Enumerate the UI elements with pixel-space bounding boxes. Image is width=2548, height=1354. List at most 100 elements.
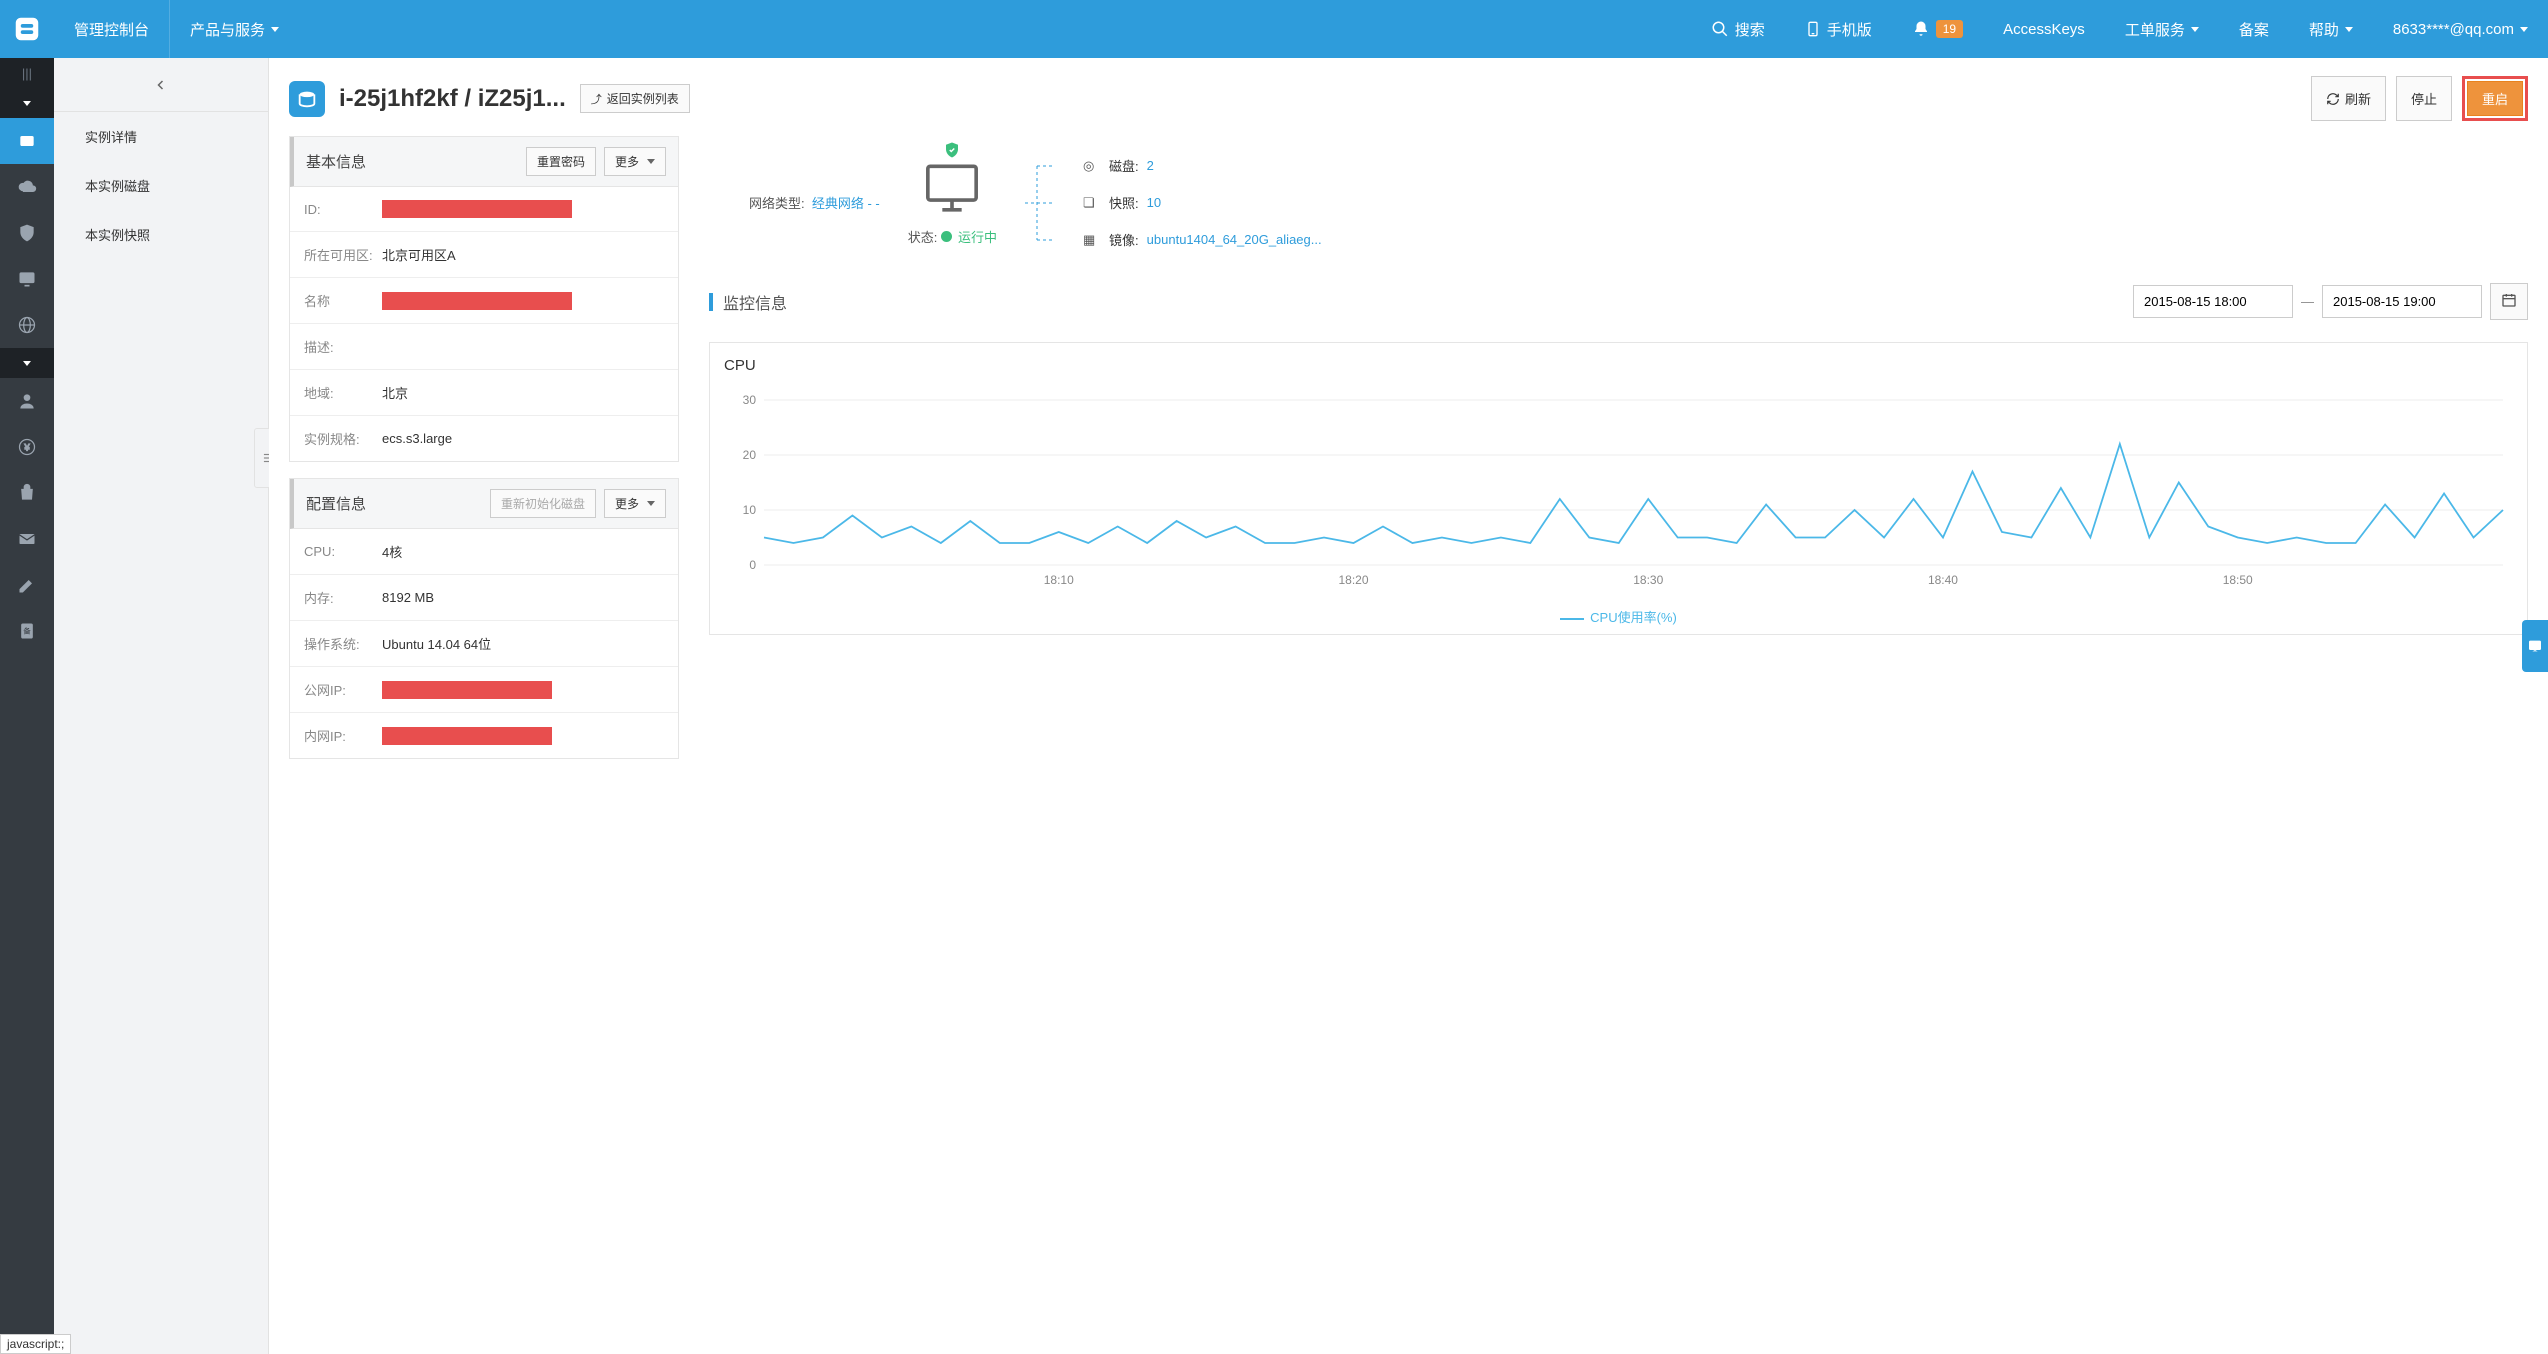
search-link[interactable]: 搜索 <box>1691 0 1785 58</box>
rail-item-shield[interactable] <box>0 210 54 256</box>
id-value-redacted <box>382 200 572 218</box>
reinit-disk-button[interactable]: 重新初始化磁盘 <box>490 489 596 518</box>
restart-button[interactable]: 重启 <box>2467 81 2523 116</box>
disk-link[interactable]: ◎磁盘:2 <box>1083 156 1322 175</box>
tickets-dropdown[interactable]: 工单服务 <box>2105 0 2219 58</box>
rail-item-beian[interactable]: 备 <box>0 608 54 654</box>
rail-item-ecs[interactable] <box>0 118 54 164</box>
status-line: 状态: 运行中 <box>908 227 997 246</box>
caret-down-icon <box>2345 27 2353 32</box>
chevron-left-icon <box>155 75 167 95</box>
rail-item-cloud[interactable] <box>0 164 54 210</box>
cpu-label: CPU: <box>304 544 382 559</box>
basic-info-card: 基本信息 重置密码 更多 ID: 所在可用区:北京可用区A 名称 描述: 地域:… <box>289 136 679 462</box>
rail-handle-icon[interactable]: ||| <box>0 58 54 88</box>
config-info-title: 配置信息 <box>306 493 366 514</box>
subnav-item-snapshot[interactable]: 本实例快照 <box>54 210 268 259</box>
rail-collapse-2[interactable] <box>0 348 54 378</box>
caret-down-icon <box>647 501 655 506</box>
spec-value: ecs.s3.large <box>382 431 452 446</box>
search-icon <box>1711 20 1729 38</box>
network-type: 网络类型: 经典网络 - - <box>749 193 880 212</box>
reset-password-button[interactable]: 重置密码 <box>526 147 596 176</box>
name-value-redacted <box>382 292 572 310</box>
image-icon: ▦ <box>1083 232 1101 248</box>
svg-text:备: 备 <box>23 626 31 636</box>
rail-item-billing[interactable]: ¥ <box>0 424 54 470</box>
caret-down-icon <box>647 159 655 164</box>
svg-text:0: 0 <box>749 558 756 572</box>
bell-icon <box>1912 20 1930 38</box>
mem-label: 内存: <box>304 588 382 607</box>
account-dropdown[interactable]: 8633****@qq.com <box>2373 0 2548 58</box>
region-value: 北京 <box>382 383 408 402</box>
svg-text:18:50: 18:50 <box>2223 573 2253 587</box>
subnav-item-disk[interactable]: 本实例磁盘 <box>54 161 268 210</box>
back-to-list-button[interactable]: ⤴返回实例列表 <box>580 84 690 113</box>
chart-legend: CPU使用率(%) <box>724 603 2513 626</box>
logo-icon[interactable] <box>0 0 54 58</box>
cpu-chart: 010203018:1018:2018:3018:4018:50 <box>724 380 2513 600</box>
os-label: 操作系统: <box>304 634 382 653</box>
spec-label: 实例规格: <box>304 429 382 448</box>
restart-highlight: 重启 <box>2462 76 2528 121</box>
calendar-button[interactable] <box>2490 283 2528 320</box>
snapshot-link[interactable]: ❏快照:10 <box>1083 193 1322 212</box>
rail-item-monitor[interactable] <box>0 256 54 302</box>
caret-down-icon <box>2191 27 2199 32</box>
stop-button[interactable]: 停止 <box>2396 76 2452 121</box>
caret-down-icon <box>2520 27 2528 32</box>
access-keys-link[interactable]: AccessKeys <box>1983 0 2105 58</box>
main-content: i-25j1hf2kf / iZ25j1... ⤴返回实例列表 刷新 停止 重启… <box>269 58 2548 1354</box>
mobile-icon <box>1805 20 1821 38</box>
help-dropdown[interactable]: 帮助 <box>2289 0 2373 58</box>
zone-label: 所在可用区: <box>304 245 382 264</box>
private-ip-label: 内网IP: <box>304 726 382 745</box>
rail-item-edit[interactable] <box>0 562 54 608</box>
caret-down-icon <box>271 27 279 32</box>
calendar-icon <box>2501 292 2517 308</box>
disk-icon: ◎ <box>1083 158 1101 174</box>
feedback-tab[interactable] <box>2522 620 2548 672</box>
monitor-title: 监控信息 <box>723 290 787 314</box>
svg-text:30: 30 <box>743 393 757 407</box>
refresh-button[interactable]: 刷新 <box>2311 76 2386 121</box>
image-link[interactable]: ▦镜像:ubuntu1404_64_20G_aliaeg... <box>1083 230 1322 249</box>
private-ip-redacted <box>382 727 552 745</box>
rail-item-dns[interactable] <box>0 302 54 348</box>
public-ip-redacted <box>382 681 552 699</box>
rail-item-bag[interactable] <box>0 470 54 516</box>
console-link[interactable]: 管理控制台 <box>54 0 169 58</box>
monitor-end-input[interactable] <box>2322 285 2482 318</box>
products-dropdown[interactable]: 产品与服务 <box>170 0 299 58</box>
browser-status-bar: javascript:; <box>0 1334 71 1354</box>
monitor-section-head: 监控信息 — <box>709 275 2528 328</box>
subnav-item-detail[interactable]: 实例详情 <box>54 112 268 161</box>
svg-text:18:20: 18:20 <box>1338 573 1368 587</box>
desc-label: 描述: <box>304 337 382 356</box>
id-label: ID: <box>304 202 382 217</box>
status-dot-icon <box>941 231 952 242</box>
rail-item-user[interactable] <box>0 378 54 424</box>
notifications-link[interactable]: 19 <box>1892 0 1983 58</box>
svg-text:18:40: 18:40 <box>1928 573 1958 587</box>
beian-link[interactable]: 备案 <box>2219 0 2289 58</box>
zone-value: 北京可用区A <box>382 245 456 264</box>
monitor-start-input[interactable] <box>2133 285 2293 318</box>
caret-down-icon <box>23 101 31 106</box>
svg-text:18:30: 18:30 <box>1633 573 1663 587</box>
mobile-link[interactable]: 手机版 <box>1785 0 1892 58</box>
rail-collapse-1[interactable] <box>0 88 54 118</box>
config-more-button[interactable]: 更多 <box>604 489 666 518</box>
cpu-value: 4核 <box>382 542 402 561</box>
svg-text:10: 10 <box>743 503 757 517</box>
os-value: Ubuntu 14.04 64位 <box>382 634 491 653</box>
back-button[interactable] <box>54 58 268 112</box>
basic-more-button[interactable]: 更多 <box>604 147 666 176</box>
instance-title: i-25j1hf2kf / iZ25j1... <box>339 85 566 113</box>
public-ip-label: 公网IP: <box>304 680 382 699</box>
top-header: 管理控制台 产品与服务 搜索 手机版 19 AccessKeys 工单服务 备案… <box>0 0 2548 58</box>
overview-panel: 网络类型: 经典网络 - - 状态: 运行中 ◎磁盘:2 ❏快照:10 ▦镜像:… <box>709 136 2528 269</box>
notification-badge: 19 <box>1936 20 1963 38</box>
rail-item-mail[interactable] <box>0 516 54 562</box>
